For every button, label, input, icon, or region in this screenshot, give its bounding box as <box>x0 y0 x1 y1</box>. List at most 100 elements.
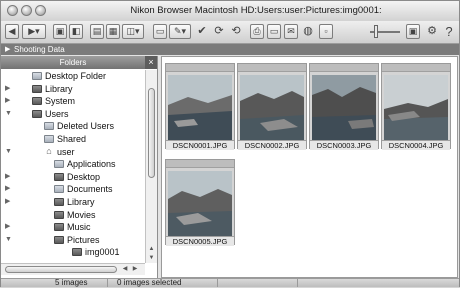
folder-vertical-scroll-thumb[interactable] <box>148 88 155 178</box>
back-button[interactable]: ◀ <box>5 24 19 39</box>
print-button[interactable]: ⎙ <box>250 24 264 39</box>
forward-button[interactable]: ▶▾ <box>22 24 46 39</box>
folder-dark-icon <box>54 198 64 206</box>
minimize-window-button[interactable] <box>21 5 32 16</box>
thumbnail-topbar <box>238 64 306 72</box>
thumbnail-item[interactable]: DSCN0002.JPG <box>237 63 307 150</box>
check-button[interactable]: ✔ <box>195 24 209 39</box>
folder-vertical-scrollbar[interactable]: ▲ ▼ <box>145 70 157 263</box>
folder-tree-item[interactable]: Desktop Folder <box>1 70 145 82</box>
disclosure-right-icon[interactable]: ▶ <box>5 171 10 183</box>
forward-icon: ▶▾ <box>28 26 40 36</box>
scroll-right-arrow[interactable]: ▶ <box>131 265 139 274</box>
thumbnail-item[interactable]: DSCN0005.JPG <box>165 159 235 246</box>
window-title: Nikon Browser Macintosh HD:Users:user:Pi… <box>130 5 382 16</box>
shooting-data-label: Shooting Data <box>14 45 65 54</box>
settings-button[interactable]: ⚙ <box>425 24 439 39</box>
view-list-icon: ▤ <box>92 26 102 36</box>
folder-dark-icon <box>32 109 42 118</box>
home-icon: ⌂ <box>46 145 52 156</box>
rotate-icon: ⟳ <box>214 25 224 37</box>
folder-tree-item[interactable]: ▶ Library <box>1 83 145 95</box>
slideshow-icon: ▭ <box>269 26 279 36</box>
check-icon: ✔ <box>197 25 207 37</box>
close-folders-button[interactable]: × <box>145 56 157 69</box>
small-thumb-button[interactable]: ▫ <box>319 24 333 39</box>
thumbnail-item[interactable]: DSCN0001.JPG <box>165 63 235 150</box>
disclosure-down-icon[interactable]: ▼ <box>5 108 12 120</box>
folder-icon <box>32 72 42 80</box>
photo-thumbnail <box>312 75 376 142</box>
view-list-button[interactable]: ▤ <box>90 24 104 39</box>
folder-horizontal-scroll-thumb[interactable] <box>5 266 117 273</box>
folder-icon: ▭ <box>155 26 165 36</box>
thumbnail-item[interactable]: DSCN0004.JPG <box>381 63 451 150</box>
folder-tree-item[interactable]: Applications <box>1 158 145 170</box>
folder-tree-item[interactable]: ▶ Music <box>1 221 145 233</box>
folder-up-button[interactable]: ▣ <box>53 24 67 39</box>
folder-tree-item[interactable]: Movies <box>1 209 145 221</box>
folder-label: Desktop Folder <box>45 71 107 81</box>
find-button[interactable]: ◧ <box>69 24 83 39</box>
photo-thumbnail <box>168 75 232 142</box>
photo-thumbnail <box>168 171 232 238</box>
folders-header: Folders <box>1 56 145 69</box>
folder-tree-item[interactable]: ▼ Pictures <box>1 234 145 246</box>
slideshow-button[interactable]: ▭ <box>267 24 281 39</box>
thumbnail-size-slider[interactable] <box>374 25 378 38</box>
web-button[interactable]: ◍ <box>301 24 315 39</box>
folder-tree-item[interactable]: ▶ System <box>1 95 145 107</box>
close-window-button[interactable] <box>7 5 18 16</box>
rotate-button[interactable]: ⟳ <box>212 24 226 39</box>
scroll-down-arrow[interactable]: ▼ <box>147 254 156 262</box>
edit-button[interactable]: ✎▾ <box>169 24 191 39</box>
view-thumb-icon: ▦ <box>108 26 118 36</box>
folder-horizontal-scrollbar[interactable]: ◀ ▶ <box>1 263 145 275</box>
folder-tree-item[interactable]: img0001 <box>1 246 145 258</box>
folder-label: Documents <box>67 184 113 195</box>
view-mode-button[interactable]: ◫▾ <box>122 24 144 39</box>
disclosure-right-icon[interactable]: ▶ <box>5 196 10 208</box>
disclosure-right-icon[interactable]: ▶ <box>5 83 10 95</box>
toolbar: ◀ ▶▾ ▣ ◧ ▤ ▦ ◫▾ ▭ ✎▾ ✔ ⟳ ⟲ ⎙ ▭ ✉ ◍ ▫ ▣ ⚙… <box>1 21 459 44</box>
folder-label: Library <box>45 83 73 94</box>
undo-button[interactable]: ⟲ <box>229 24 243 39</box>
folder-tree-item[interactable]: ▶ Library <box>1 196 145 208</box>
thumbnail-item[interactable]: DSCN0003.JPG <box>309 63 379 150</box>
view-mode-icon: ◫▾ <box>126 26 140 36</box>
find-icon: ◧ <box>71 26 81 36</box>
help-icon: ? <box>445 24 453 39</box>
folder-tree-item[interactable]: ▶ Desktop <box>1 171 145 183</box>
folder-tree-item[interactable]: ▼ ⌂ user <box>1 146 145 158</box>
folder-label: Applications <box>67 159 116 170</box>
folder-tree-item[interactable]: Shared <box>1 133 145 145</box>
zoom-window-button[interactable] <box>35 5 46 16</box>
photo-thumbnail <box>240 75 304 142</box>
folder-label: img0001 <box>85 247 120 258</box>
disclosure-right-icon[interactable]: ▶ <box>5 95 10 107</box>
folder-label: Desktop <box>67 171 101 182</box>
folder-dark-icon <box>32 97 42 106</box>
disclosure-right-icon[interactable]: ▶ <box>5 221 10 233</box>
disclosure-down-icon[interactable]: ▼ <box>5 146 12 158</box>
folder-tree-item[interactable]: ▶ Documents <box>1 183 145 195</box>
thumbnail-topbar <box>310 64 378 72</box>
view-thumb-button[interactable]: ▦ <box>106 24 120 39</box>
folder-tree-item[interactable]: Deleted Users <box>1 120 145 132</box>
edit-icon: ✎▾ <box>173 26 187 36</box>
help-button[interactable]: ? <box>443 24 455 39</box>
large-thumb-button[interactable]: ▣ <box>406 24 420 39</box>
scroll-up-arrow[interactable]: ▲ <box>147 245 156 253</box>
shooting-data-bar[interactable]: ▶ Shooting Data <box>1 44 459 55</box>
disclosure-down-icon[interactable]: ▼ <box>5 234 12 246</box>
email-button[interactable]: ✉ <box>284 24 298 39</box>
disclosure-right-icon: ▶ <box>5 46 11 53</box>
folder-dark-icon <box>54 235 64 244</box>
thumbnail-filename: DSCN0004.JPG <box>382 140 450 150</box>
folder-tree-item[interactable]: ▼ Users <box>1 108 145 120</box>
settings-icon: ⚙ <box>427 25 437 37</box>
disclosure-right-icon[interactable]: ▶ <box>5 183 10 195</box>
folder-button[interactable]: ▭ <box>153 24 167 39</box>
status-divider <box>297 279 298 287</box>
scroll-left-arrow[interactable]: ◀ <box>121 265 129 274</box>
